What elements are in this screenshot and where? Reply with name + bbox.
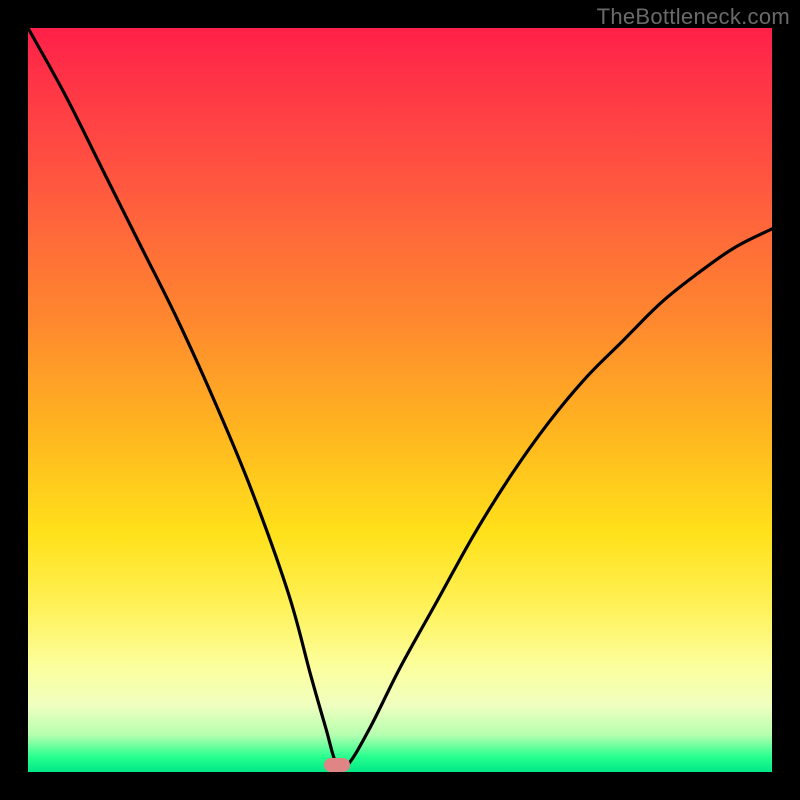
chart-frame: TheBottleneck.com [0,0,800,800]
watermark-text: TheBottleneck.com [597,4,790,30]
curve-path [28,28,772,770]
bottleneck-curve [28,28,772,772]
optimal-marker-icon [324,758,350,772]
